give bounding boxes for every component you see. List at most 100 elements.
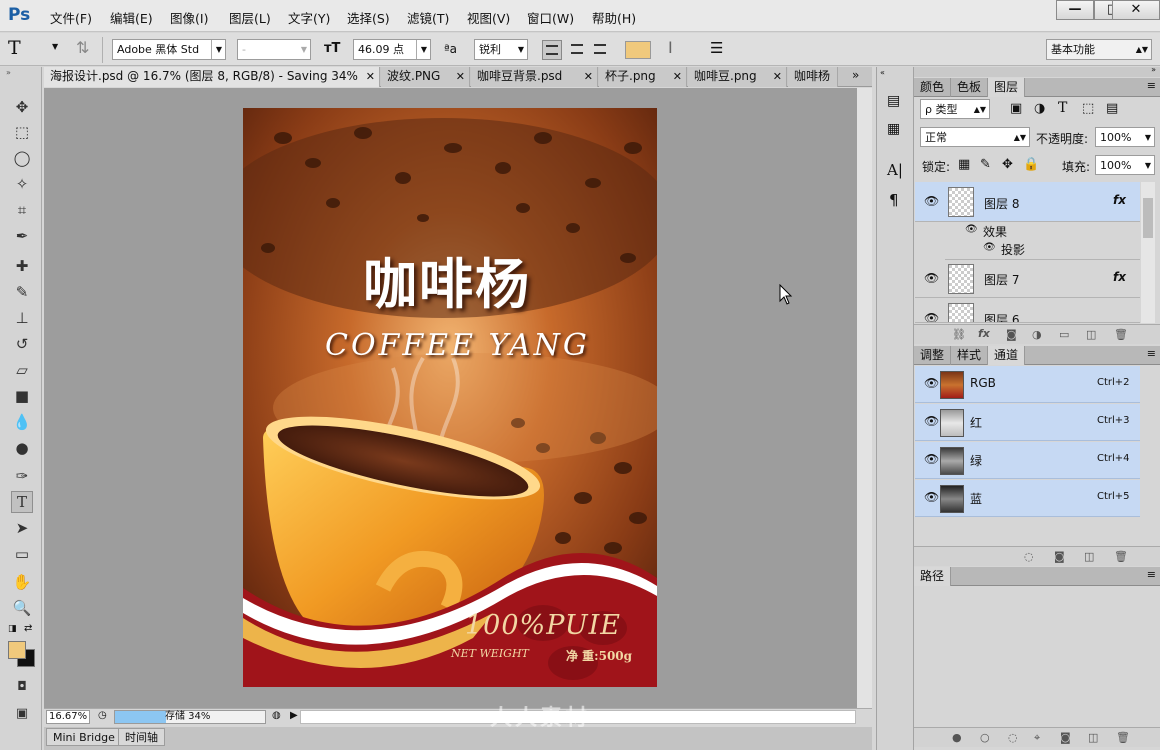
move-tool-icon[interactable]: ✥ bbox=[11, 96, 33, 118]
menu-edit[interactable]: 编辑(E) bbox=[110, 8, 153, 27]
marquee-tool-icon[interactable]: ⬚ bbox=[11, 121, 33, 143]
history-panel-icon[interactable]: ▤ bbox=[887, 93, 900, 109]
delete-channel-icon[interactable]: 🗑 bbox=[1114, 550, 1128, 563]
fill-path-icon[interactable]: ● bbox=[952, 731, 962, 744]
layer-name[interactable]: 图层 7 bbox=[984, 271, 1019, 288]
lock-image-icon[interactable]: ✎ bbox=[980, 157, 991, 172]
orientation-toggle-icon[interactable]: ⇅ bbox=[76, 38, 89, 57]
delete-layer-icon[interactable]: 🗑 bbox=[1114, 328, 1128, 341]
close-button[interactable]: ✕ bbox=[1112, 0, 1160, 20]
font-family-select[interactable]: Adobe 黑体 Std ▼ bbox=[112, 39, 226, 60]
add-style-icon[interactable]: fx bbox=[978, 327, 990, 340]
panel-menu-icon[interactable]: ≡ bbox=[1147, 79, 1156, 92]
tab-close-icon[interactable]: ✕ bbox=[673, 67, 682, 86]
channel-row[interactable]: 👁 蓝 Ctrl+5 bbox=[915, 480, 1140, 517]
dodge-tool-icon[interactable]: ● bbox=[11, 437, 33, 459]
layer-name[interactable]: 图层 6 bbox=[984, 311, 1019, 322]
load-selection-icon[interactable]: ◌ bbox=[1024, 550, 1034, 563]
menu-help[interactable]: 帮助(H) bbox=[592, 8, 636, 27]
workspace-select[interactable]: 基本功能 ▲▼ bbox=[1046, 39, 1152, 60]
gradient-tool-icon[interactable]: ■ bbox=[11, 385, 33, 407]
swap-colors-icon[interactable]: ⇄ bbox=[24, 623, 32, 634]
more-tabs-icon[interactable]: » bbox=[852, 68, 859, 82]
rectangle-tool-icon[interactable]: ▭ bbox=[11, 543, 33, 565]
dock-collapse-icon[interactable]: » bbox=[1151, 65, 1156, 74]
clone-stamp-tool-icon[interactable]: ⊥ bbox=[11, 307, 33, 329]
blend-mode-select[interactable]: 正常 ▲▼ bbox=[920, 127, 1030, 147]
character-panel-icon[interactable]: ☰ bbox=[710, 39, 723, 57]
brush-tool-icon[interactable]: ✎ bbox=[11, 281, 33, 303]
visibility-eye-icon[interactable]: 👁 bbox=[924, 452, 939, 466]
default-colors-icon[interactable]: ◨ bbox=[8, 624, 17, 634]
status-menu-icon[interactable]: ▶ bbox=[290, 710, 298, 721]
tab-coffee-yang[interactable]: 咖啡杨 bbox=[788, 67, 838, 87]
tab-timeline[interactable]: 时间轴 bbox=[118, 728, 165, 746]
font-size-input[interactable]: 46.09 点 ▼ bbox=[353, 39, 431, 60]
visibility-eye-icon[interactable]: 👁 bbox=[924, 376, 939, 390]
channel-row[interactable]: 👁 绿 Ctrl+4 bbox=[915, 442, 1140, 479]
text-color-swatch[interactable] bbox=[625, 41, 651, 59]
path-selection-tool-icon[interactable]: ➤ bbox=[11, 517, 33, 539]
layer-row[interactable]: 👁 图层 6 bbox=[915, 299, 1140, 323]
strip-collapse-icon[interactable]: « bbox=[880, 68, 885, 77]
tab-ripple[interactable]: 波纹.PNG ✕ bbox=[381, 67, 470, 87]
panel-menu-icon[interactable]: ≡ bbox=[1147, 347, 1156, 360]
align-right-button[interactable] bbox=[590, 40, 610, 60]
menu-file[interactable]: 文件(F) bbox=[50, 8, 92, 27]
foreground-color-swatch[interactable] bbox=[8, 641, 26, 659]
layers-scrollbar[interactable] bbox=[1141, 182, 1155, 323]
align-left-button[interactable] bbox=[542, 40, 562, 60]
healing-brush-tool-icon[interactable]: ✚ bbox=[11, 255, 33, 277]
new-channel-icon[interactable]: ◫ bbox=[1084, 550, 1094, 563]
tab-mini-bridge[interactable]: Mini Bridge bbox=[46, 728, 122, 746]
filter-adjustment-icon[interactable]: ◑ bbox=[1034, 101, 1045, 116]
antialias-select[interactable]: 锐利 ▼ bbox=[474, 39, 528, 60]
add-mask-icon[interactable]: ◙ bbox=[1006, 328, 1017, 341]
selection-to-path-icon[interactable]: ⌖ bbox=[1034, 731, 1040, 745]
menu-select[interactable]: 选择(S) bbox=[347, 8, 390, 27]
menu-view[interactable]: 视图(V) bbox=[467, 8, 510, 27]
crop-tool-icon[interactable]: ⌗ bbox=[11, 199, 33, 221]
tab-close-icon[interactable]: ✕ bbox=[773, 67, 782, 86]
paragraph-panel-icon[interactable]: ¶ bbox=[889, 191, 899, 209]
menu-type[interactable]: 文字(Y) bbox=[288, 8, 330, 27]
lock-position-icon[interactable]: ✥ bbox=[1002, 157, 1013, 172]
menu-layer[interactable]: 图层(L) bbox=[229, 8, 271, 27]
visibility-eye-icon[interactable]: 👁 bbox=[924, 311, 939, 322]
channel-row[interactable]: 👁 RGB Ctrl+2 bbox=[915, 366, 1140, 403]
hand-tool-icon[interactable]: ✋ bbox=[11, 571, 33, 593]
tab-color[interactable]: 颜色 bbox=[914, 78, 952, 97]
tab-adjustments[interactable]: 调整 bbox=[914, 346, 952, 365]
opacity-input[interactable]: 100% ▼ bbox=[1095, 127, 1155, 147]
path-to-selection-icon[interactable]: ◌ bbox=[1008, 731, 1018, 744]
tab-cup[interactable]: 杯子.png ✕ bbox=[599, 67, 687, 87]
blur-tool-icon[interactable]: 💧 bbox=[11, 411, 33, 433]
layer-row[interactable]: 👁 图层 7 fx bbox=[915, 260, 1140, 298]
screen-mode-icon[interactable]: ▣ bbox=[11, 703, 33, 725]
layer-row[interactable]: 👁 图层 8 fx bbox=[915, 182, 1140, 222]
quick-mask-icon[interactable]: ◘ bbox=[11, 675, 33, 697]
tool-preset-dropdown-icon[interactable]: ▼ bbox=[52, 42, 58, 51]
minimize-button[interactable]: — bbox=[1056, 0, 1094, 20]
fill-input[interactable]: 100% ▼ bbox=[1095, 155, 1155, 175]
channel-row[interactable]: 👁 红 Ctrl+3 bbox=[915, 404, 1140, 441]
layer-fx-icon[interactable]: fx bbox=[1113, 270, 1126, 284]
filter-pixel-icon[interactable]: ▣ bbox=[1010, 101, 1022, 116]
eraser-tool-icon[interactable]: ▱ bbox=[11, 359, 33, 381]
new-adjustment-icon[interactable]: ◑ bbox=[1032, 328, 1042, 341]
lasso-tool-icon[interactable]: ◯ bbox=[11, 147, 33, 169]
delete-path-icon[interactable]: 🗑 bbox=[1116, 731, 1130, 744]
menu-image[interactable]: 图像(I) bbox=[170, 8, 208, 27]
filter-type-icon[interactable]: T bbox=[1058, 100, 1067, 116]
history-brush-tool-icon[interactable]: ↺ bbox=[11, 333, 33, 355]
cancel-save-icon[interactable]: ◍ bbox=[272, 710, 281, 721]
font-style-select[interactable]: - ▼ bbox=[237, 39, 311, 60]
zoom-tool-icon[interactable]: 🔍 bbox=[11, 597, 33, 619]
toolbox-collapse-icon[interactable]: » bbox=[6, 68, 11, 77]
stroke-path-icon[interactable]: ○ bbox=[980, 731, 990, 744]
magic-wand-tool-icon[interactable]: ✧ bbox=[11, 173, 33, 195]
tab-close-icon[interactable]: ✕ bbox=[366, 67, 375, 86]
tab-poster-design[interactable]: 海报设计.psd @ 16.7% (图层 8, RGB/8) - Saving … bbox=[44, 67, 380, 87]
visibility-eye-icon[interactable]: 👁 bbox=[983, 242, 996, 253]
tab-layers[interactable]: 图层 bbox=[988, 78, 1026, 97]
